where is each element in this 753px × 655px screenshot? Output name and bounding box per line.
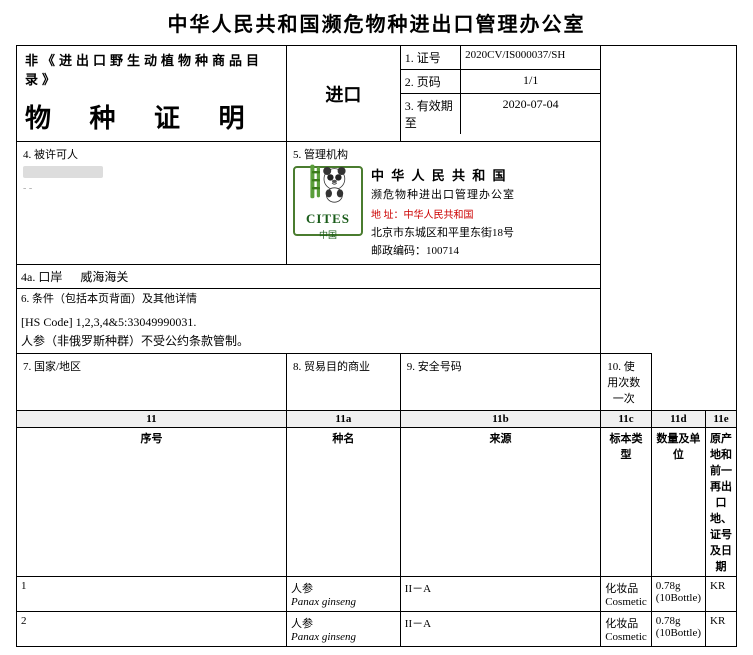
row-species: 人参 Panax ginseng — [286, 577, 400, 612]
trade-label: 8. 贸易目的商业 — [286, 354, 400, 411]
port-cell: 4a. 口岸 威海海关 — [17, 265, 601, 289]
permittee-row: 4. 被许可人 - - 5. 管理机构 — [17, 142, 737, 265]
cert-num-row: 1. 证号 2020CV/IS000037/SH — [401, 46, 600, 70]
safety-label: 9. 安全号码 — [400, 354, 600, 411]
species-la: Panax ginseng — [291, 596, 396, 608]
usage-value: 一次 — [613, 393, 635, 405]
valid-until-value: 2020-07-04 — [461, 94, 601, 135]
row-type-header: 标本类型 — [601, 428, 652, 577]
header-row-sub: 序号 种名 来源 标本类型 数量及单位 原产地和前一再出口地、证号及日期 — [17, 428, 737, 577]
cert-num-label: 1. 证号 — [401, 46, 461, 70]
cert-info-cell: 1. 证号 2020CV/IS000037/SH 2. 页码 1/1 3. 有效… — [400, 46, 600, 142]
big-title: 物 种 证 明 — [17, 92, 286, 141]
row-origin: KR — [706, 577, 737, 612]
addr-label: 地 址：中华人民共和国 — [371, 210, 474, 221]
import-label: 进口 — [291, 71, 396, 117]
row-num-header: 序号 — [17, 428, 287, 577]
row-qty-header: 数量及单位 — [651, 428, 705, 577]
cites-text: CITES — [306, 211, 350, 227]
valid-until-row: 3. 有效期至 2020-07-04 — [401, 94, 600, 135]
authority-content: CITES 中国 中 华 人 民 共 和 国 濒危物种进出口管理办公室 地 址：… — [293, 166, 594, 260]
type-en: Cosmetic — [605, 596, 647, 608]
panda-icon — [304, 161, 352, 209]
qty-sub: (10Bottle) — [656, 592, 701, 604]
row-qty: 0.78g (10Bottle) — [651, 577, 705, 612]
page-num-value: 1/1 — [461, 70, 601, 94]
panda-logo: CITES 中国 — [293, 166, 363, 236]
row-source: II－A — [400, 577, 600, 612]
valid-until-label: 3. 有效期至 — [401, 94, 461, 135]
row-qty: 0.78g (10Bottle) — [651, 612, 705, 647]
col-11: 11 — [17, 411, 287, 428]
port-row: 4a. 口岸 威海海关 — [17, 265, 737, 289]
panda-inner: CITES 中国 — [304, 161, 352, 241]
col-11a: 11a — [286, 411, 400, 428]
page-num-row: 2. 页码 1/1 — [401, 70, 600, 94]
permittee-dash: - - — [23, 183, 280, 194]
subtitle: 非《进出口野生动植物种商品目录》 — [17, 46, 286, 92]
country-trade-row: 7. 国家/地区 8. 贸易目的商业 9. 安全号码 10. 使用次数 一次 — [17, 354, 737, 411]
main-table: 非《进出口野生动植物种商品目录》 物 种 证 明 进口 1. 证号 2020CV… — [16, 45, 737, 647]
cert-num-value: 2020CV/IS000037/SH — [461, 46, 601, 70]
sub-name: 濒危物种进出口管理办公室 — [371, 187, 515, 205]
conditions-row: 6. 条件（包括本页背面）及其他详情 [HS Code] 1,2,3,4&5:3… — [17, 289, 737, 354]
col-11d: 11d — [651, 411, 705, 428]
row-type: 化妆品 Cosmetic — [601, 577, 652, 612]
header-row: 非《进出口野生动植物种商品目录》 物 种 证 明 进口 1. 证号 2020CV… — [17, 46, 737, 142]
permittee-value — [23, 166, 103, 178]
row-species-header: 种名 — [286, 428, 400, 577]
conditions-text2: 人参（非俄罗斯种群）不受公约条款管制。 — [21, 332, 596, 351]
row-species: 人参 Panax ginseng — [286, 612, 400, 647]
addr-block: 地 址：中华人民共和国 — [371, 207, 515, 225]
country-label: 7. 国家/地区 — [17, 354, 287, 411]
left-header: 非《进出口野生动植物种商品目录》 物 种 证 明 — [17, 46, 287, 142]
col-11e: 11e — [706, 411, 737, 428]
qty-sub: (10Bottle) — [656, 627, 701, 639]
row-origin-header: 原产地和前一再出口地、证号及日期 — [706, 428, 737, 577]
usage-label: 10. 使用次数 — [607, 361, 640, 389]
postal: 邮政编码：100714 — [371, 243, 515, 261]
usage-cell: 10. 使用次数 一次 — [601, 354, 652, 411]
header-row-11: 11 11a 11b 11c 11d 11e — [17, 411, 737, 428]
qty-main: 0.78g — [656, 615, 701, 627]
row-source: II－A — [400, 612, 600, 647]
authority-info: 中 华 人 民 共 和 国 濒危物种进出口管理办公室 地 址：中华人民共和国 北… — [371, 166, 515, 260]
row-type: 化妆品 Cosmetic — [601, 612, 652, 647]
col-11b: 11b — [400, 411, 600, 428]
port-label: 4a. 口岸 — [21, 270, 62, 284]
row-num: 1 — [17, 577, 287, 612]
row-origin: KR — [706, 612, 737, 647]
cert-info-table: 1. 证号 2020CV/IS000037/SH 2. 页码 1/1 3. 有效… — [401, 46, 600, 134]
qty-main: 0.78g — [656, 580, 701, 592]
table-row: 2 人参 Panax ginseng II－A 化妆品 Cosmetic 0.7… — [17, 612, 737, 647]
import-cell: 进口 — [286, 46, 400, 142]
col-11c: 11c — [601, 411, 652, 428]
species-la: Panax ginseng — [291, 631, 396, 643]
authority-cell: 5. 管理机构 — [286, 142, 600, 265]
type-en: Cosmetic — [605, 631, 647, 643]
page-num-label: 2. 页码 — [401, 70, 461, 94]
row-num: 2 — [17, 612, 287, 647]
permittee-cell: 4. 被许可人 - - — [17, 142, 287, 265]
china-text: 中国 — [319, 228, 337, 241]
authority-label: 5. 管理机构 — [293, 146, 594, 162]
type-cn: 化妆品 — [605, 615, 647, 631]
table-row: 1 人参 Panax ginseng II－A 化妆品 Cosmetic 0.7… — [17, 577, 737, 612]
row-source-header: 来源 — [400, 428, 600, 577]
conditions-label: 6. 条件（包括本页背面）及其他详情 — [21, 291, 596, 309]
conditions-text: [HS Code] 1,2,3,4&5:33049990031. — [21, 313, 596, 332]
document-page: 中华人民共和国濒危物种进出口管理办公室 非《进出口野生动植物种商品目录》 物 种… — [0, 0, 753, 655]
port-value: 威海海关 — [80, 270, 128, 284]
main-title: 中华人民共和国濒危物种进出口管理办公室 — [16, 8, 737, 37]
conditions-cell: 6. 条件（包括本页背面）及其他详情 [HS Code] 1,2,3,4&5:3… — [17, 289, 601, 354]
species-cn: 人参 — [291, 615, 396, 631]
org-name: 中 华 人 民 共 和 国 — [371, 166, 515, 187]
permittee-label: 4. 被许可人 — [23, 146, 280, 162]
addr-detail: 北京市东城区和平里东街18号 — [371, 225, 515, 243]
